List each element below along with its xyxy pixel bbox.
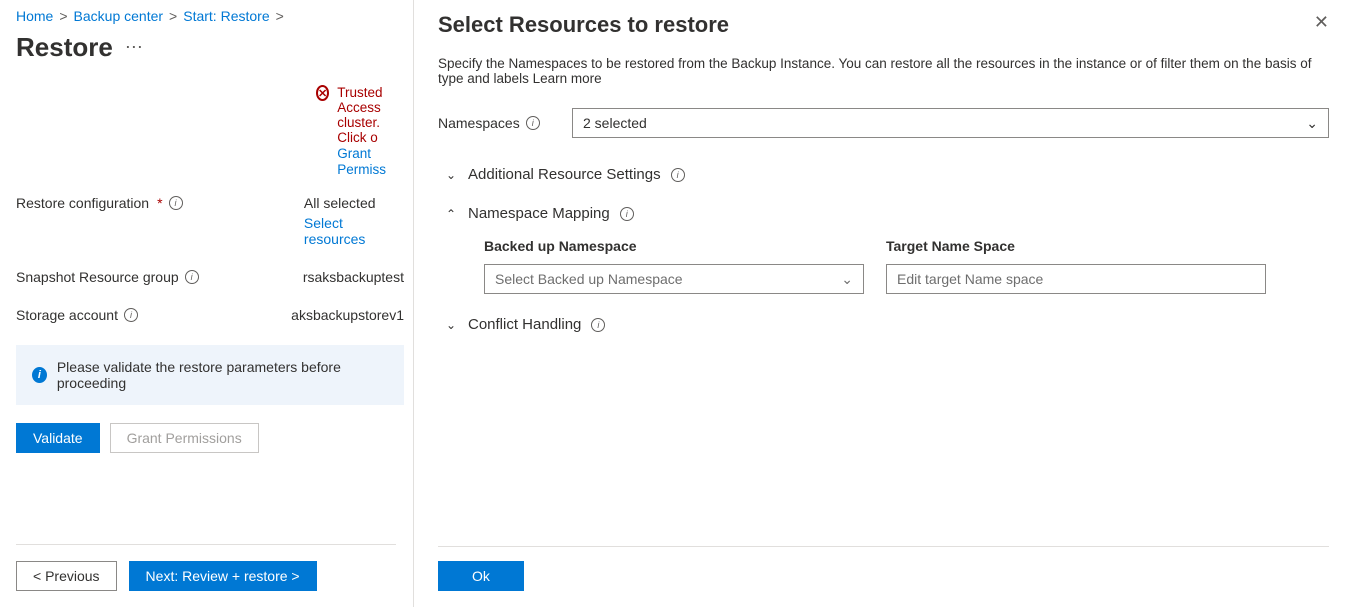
next-review-restore-button[interactable]: Next: Review + restore > — [129, 561, 317, 591]
info-icon: i — [32, 367, 47, 383]
grant-permissions-link[interactable]: Grant Permiss — [337, 146, 386, 177]
info-icon[interactable]: i — [671, 168, 685, 182]
info-banner-text: Please validate the restore parameters b… — [57, 359, 388, 391]
breadcrumb-home[interactable]: Home — [16, 8, 53, 24]
info-icon[interactable]: i — [526, 116, 540, 130]
target-namespace-input[interactable] — [886, 264, 1266, 294]
chevron-down-icon: ⌄ — [444, 318, 458, 332]
chevron-down-icon: ⌄ — [1306, 115, 1318, 132]
more-icon[interactable]: ⋯ — [125, 37, 143, 58]
error-alert: ✕ Trusted Access cluster. Click o Grant … — [316, 85, 404, 177]
chevron-down-icon: ⌄ — [444, 168, 458, 182]
info-banner: i Please validate the restore parameters… — [16, 345, 404, 405]
error-text-line2: cluster. Click o — [337, 115, 404, 145]
chevron-right-icon: > — [169, 8, 177, 24]
namespaces-dropdown[interactable]: 2 selected ⌄ — [572, 108, 1329, 138]
info-icon[interactable]: i — [124, 308, 138, 322]
additional-resource-settings-expander[interactable]: ⌄ Additional Resource Settings i — [444, 166, 1329, 183]
backed-up-namespace-select[interactable]: Select Backed up Namespace ⌄ — [484, 264, 864, 294]
conflict-handling-expander[interactable]: ⌄ Conflict Handling i — [444, 316, 1329, 333]
storage-account-value: aksbackupstorev1 — [291, 307, 404, 323]
info-icon[interactable]: i — [169, 196, 183, 210]
restore-config-label: Restore configuration* i — [16, 195, 304, 211]
namespace-mapping-expander[interactable]: ⌃ Namespace Mapping i — [444, 205, 1329, 222]
restore-config-value: All selected — [304, 195, 404, 211]
breadcrumb-start-restore[interactable]: Start: Restore — [183, 8, 269, 24]
breadcrumb-backup-center[interactable]: Backup center — [74, 8, 164, 24]
page-title: Restore — [16, 32, 113, 63]
close-icon[interactable]: ✕ — [1314, 12, 1329, 33]
backed-up-namespace-header: Backed up Namespace — [484, 238, 864, 254]
namespace-mapping-section: Backed up Namespace Target Name Space Se… — [484, 238, 1329, 294]
panel-title: Select Resources to restore — [438, 12, 729, 38]
previous-button[interactable]: < Previous — [16, 561, 117, 591]
info-icon[interactable]: i — [591, 318, 605, 332]
snapshot-rg-value: rsaksbackuptest — [303, 269, 404, 285]
panel-description: Specify the Namespaces to be restored fr… — [438, 56, 1329, 86]
target-namespace-header: Target Name Space — [886, 238, 1015, 254]
grant-permissions-button: Grant Permissions — [110, 423, 259, 453]
namespaces-label: Namespaces i — [438, 115, 558, 131]
namespaces-value: 2 selected — [583, 115, 647, 131]
ok-button[interactable]: Ok — [438, 561, 524, 591]
validate-button[interactable]: Validate — [16, 423, 100, 453]
error-text-line1: Trusted Access — [337, 85, 404, 115]
storage-account-label: Storage account i — [16, 307, 291, 323]
chevron-right-icon: > — [59, 8, 67, 24]
select-resources-panel: Select Resources to restore ✕ Specify th… — [413, 0, 1353, 607]
chevron-up-icon: ⌃ — [444, 207, 458, 221]
chevron-right-icon: > — [276, 8, 284, 24]
info-icon[interactable]: i — [620, 207, 634, 221]
snapshot-rg-label: Snapshot Resource group i — [16, 269, 303, 285]
error-icon: ✕ — [316, 85, 329, 101]
select-resources-link[interactable]: Select resources — [304, 215, 404, 247]
info-icon[interactable]: i — [185, 270, 199, 284]
chevron-down-icon: ⌄ — [841, 271, 853, 288]
